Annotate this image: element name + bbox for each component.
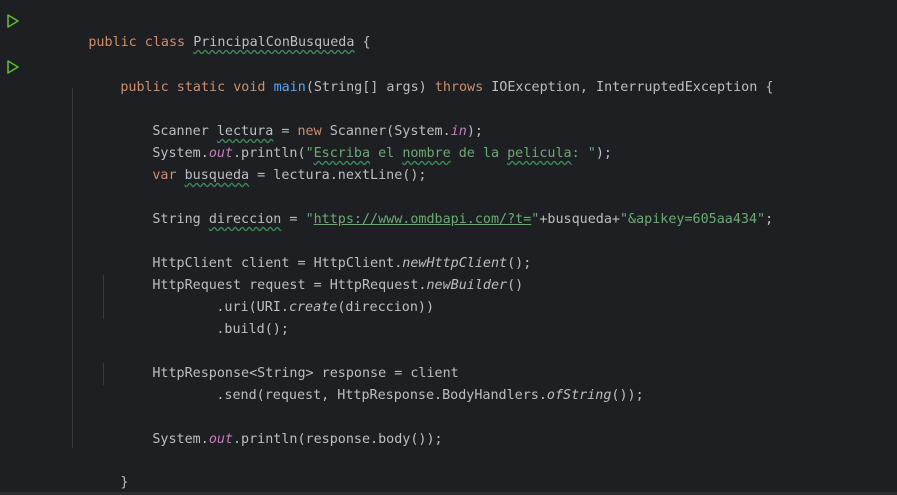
- code-line-scanner: Scanner lectura = new Scanner(System.in)…: [104, 99, 483, 139]
- editor-gutter: [0, 0, 30, 495]
- static-method: ofString: [546, 388, 612, 403]
- code-text: IOException, InterruptedException {: [483, 80, 774, 95]
- static-field: out: [208, 432, 233, 447]
- run-main-icon[interactable]: [5, 59, 21, 75]
- code-line-class-declaration: public class PrincipalConBusqueda {: [40, 10, 370, 50]
- run-class-icon[interactable]: [5, 13, 21, 29]
- string-literal: "&apikey=605aa434": [619, 212, 766, 227]
- code-line-httprequest: HttpRequest request = HttpRequest.newBui…: [104, 253, 523, 293]
- code-line-direccion: String direccion = "https://www.omdbapi.…: [104, 187, 773, 227]
- keyword: var: [152, 168, 185, 183]
- code-line-uri: .uri(URI.create(direccion)): [168, 275, 434, 315]
- string-literal: : ": [571, 146, 596, 161]
- code-line-httpclient: HttpClient client = HttpClient.newHttpCl…: [104, 231, 531, 271]
- keyword: throws: [434, 80, 484, 95]
- code-text: ());: [611, 388, 644, 403]
- code-editor[interactable]: public class PrincipalConBusqueda { publ…: [0, 0, 897, 495]
- string-literal: pelicula: [507, 146, 572, 161]
- code-text: (): [507, 278, 524, 293]
- code-text: .println(response.body());: [233, 432, 443, 447]
- code-line-close-class: }: [40, 472, 96, 494]
- indent-guide: [72, 88, 73, 448]
- keyword: public class: [88, 35, 194, 50]
- code-text: +busqueda+: [539, 212, 620, 227]
- code-text: );: [595, 146, 612, 161]
- code-line-httpresponse: HttpResponse<String> response = client: [104, 341, 458, 381]
- string-literal: de la: [450, 146, 508, 161]
- code-line-close-method: }: [72, 450, 128, 490]
- code-text: .build();: [216, 322, 289, 337]
- code-text: =: [281, 212, 306, 227]
- keyword: public static void: [120, 80, 274, 95]
- static-method: create: [288, 300, 338, 315]
- code-text: = lectura.nextLine();: [249, 168, 427, 183]
- variable-name: direccion: [208, 212, 282, 227]
- code-line-var-busqueda: var busqueda = lectura.nextLine();: [104, 143, 426, 183]
- code-text: .send(request, HttpResponse.BodyHandlers…: [216, 388, 547, 403]
- code-text: ;: [765, 212, 774, 227]
- string-literal: ": [305, 212, 314, 227]
- code-text: (String[] args): [305, 80, 435, 95]
- closing-brace: }: [120, 475, 129, 490]
- code-line-println-prompt: System.out.println("Escriba el nombre de…: [104, 121, 612, 161]
- code-text: String: [152, 212, 209, 227]
- method-name: main: [273, 80, 306, 95]
- code-text: {: [354, 35, 371, 50]
- variable-name: busqueda: [184, 168, 250, 183]
- class-name: PrincipalConBusqueda: [193, 35, 355, 50]
- code-line-build: .build();: [168, 297, 289, 337]
- url-link[interactable]: https://www.omdbapi.com/?t=: [314, 212, 532, 227]
- code-line-send: .send(request, HttpResponse.BodyHandlers…: [168, 363, 643, 403]
- code-line-println-body: System.out.println(response.body());: [104, 407, 442, 447]
- code-area[interactable]: public class PrincipalConBusqueda { publ…: [40, 0, 897, 495]
- code-text: System.: [152, 432, 209, 447]
- code-line-main-declaration: public static void main(String[] args) t…: [72, 55, 773, 95]
- static-method: newBuilder: [426, 278, 508, 293]
- code-text: (direccion)): [337, 300, 435, 315]
